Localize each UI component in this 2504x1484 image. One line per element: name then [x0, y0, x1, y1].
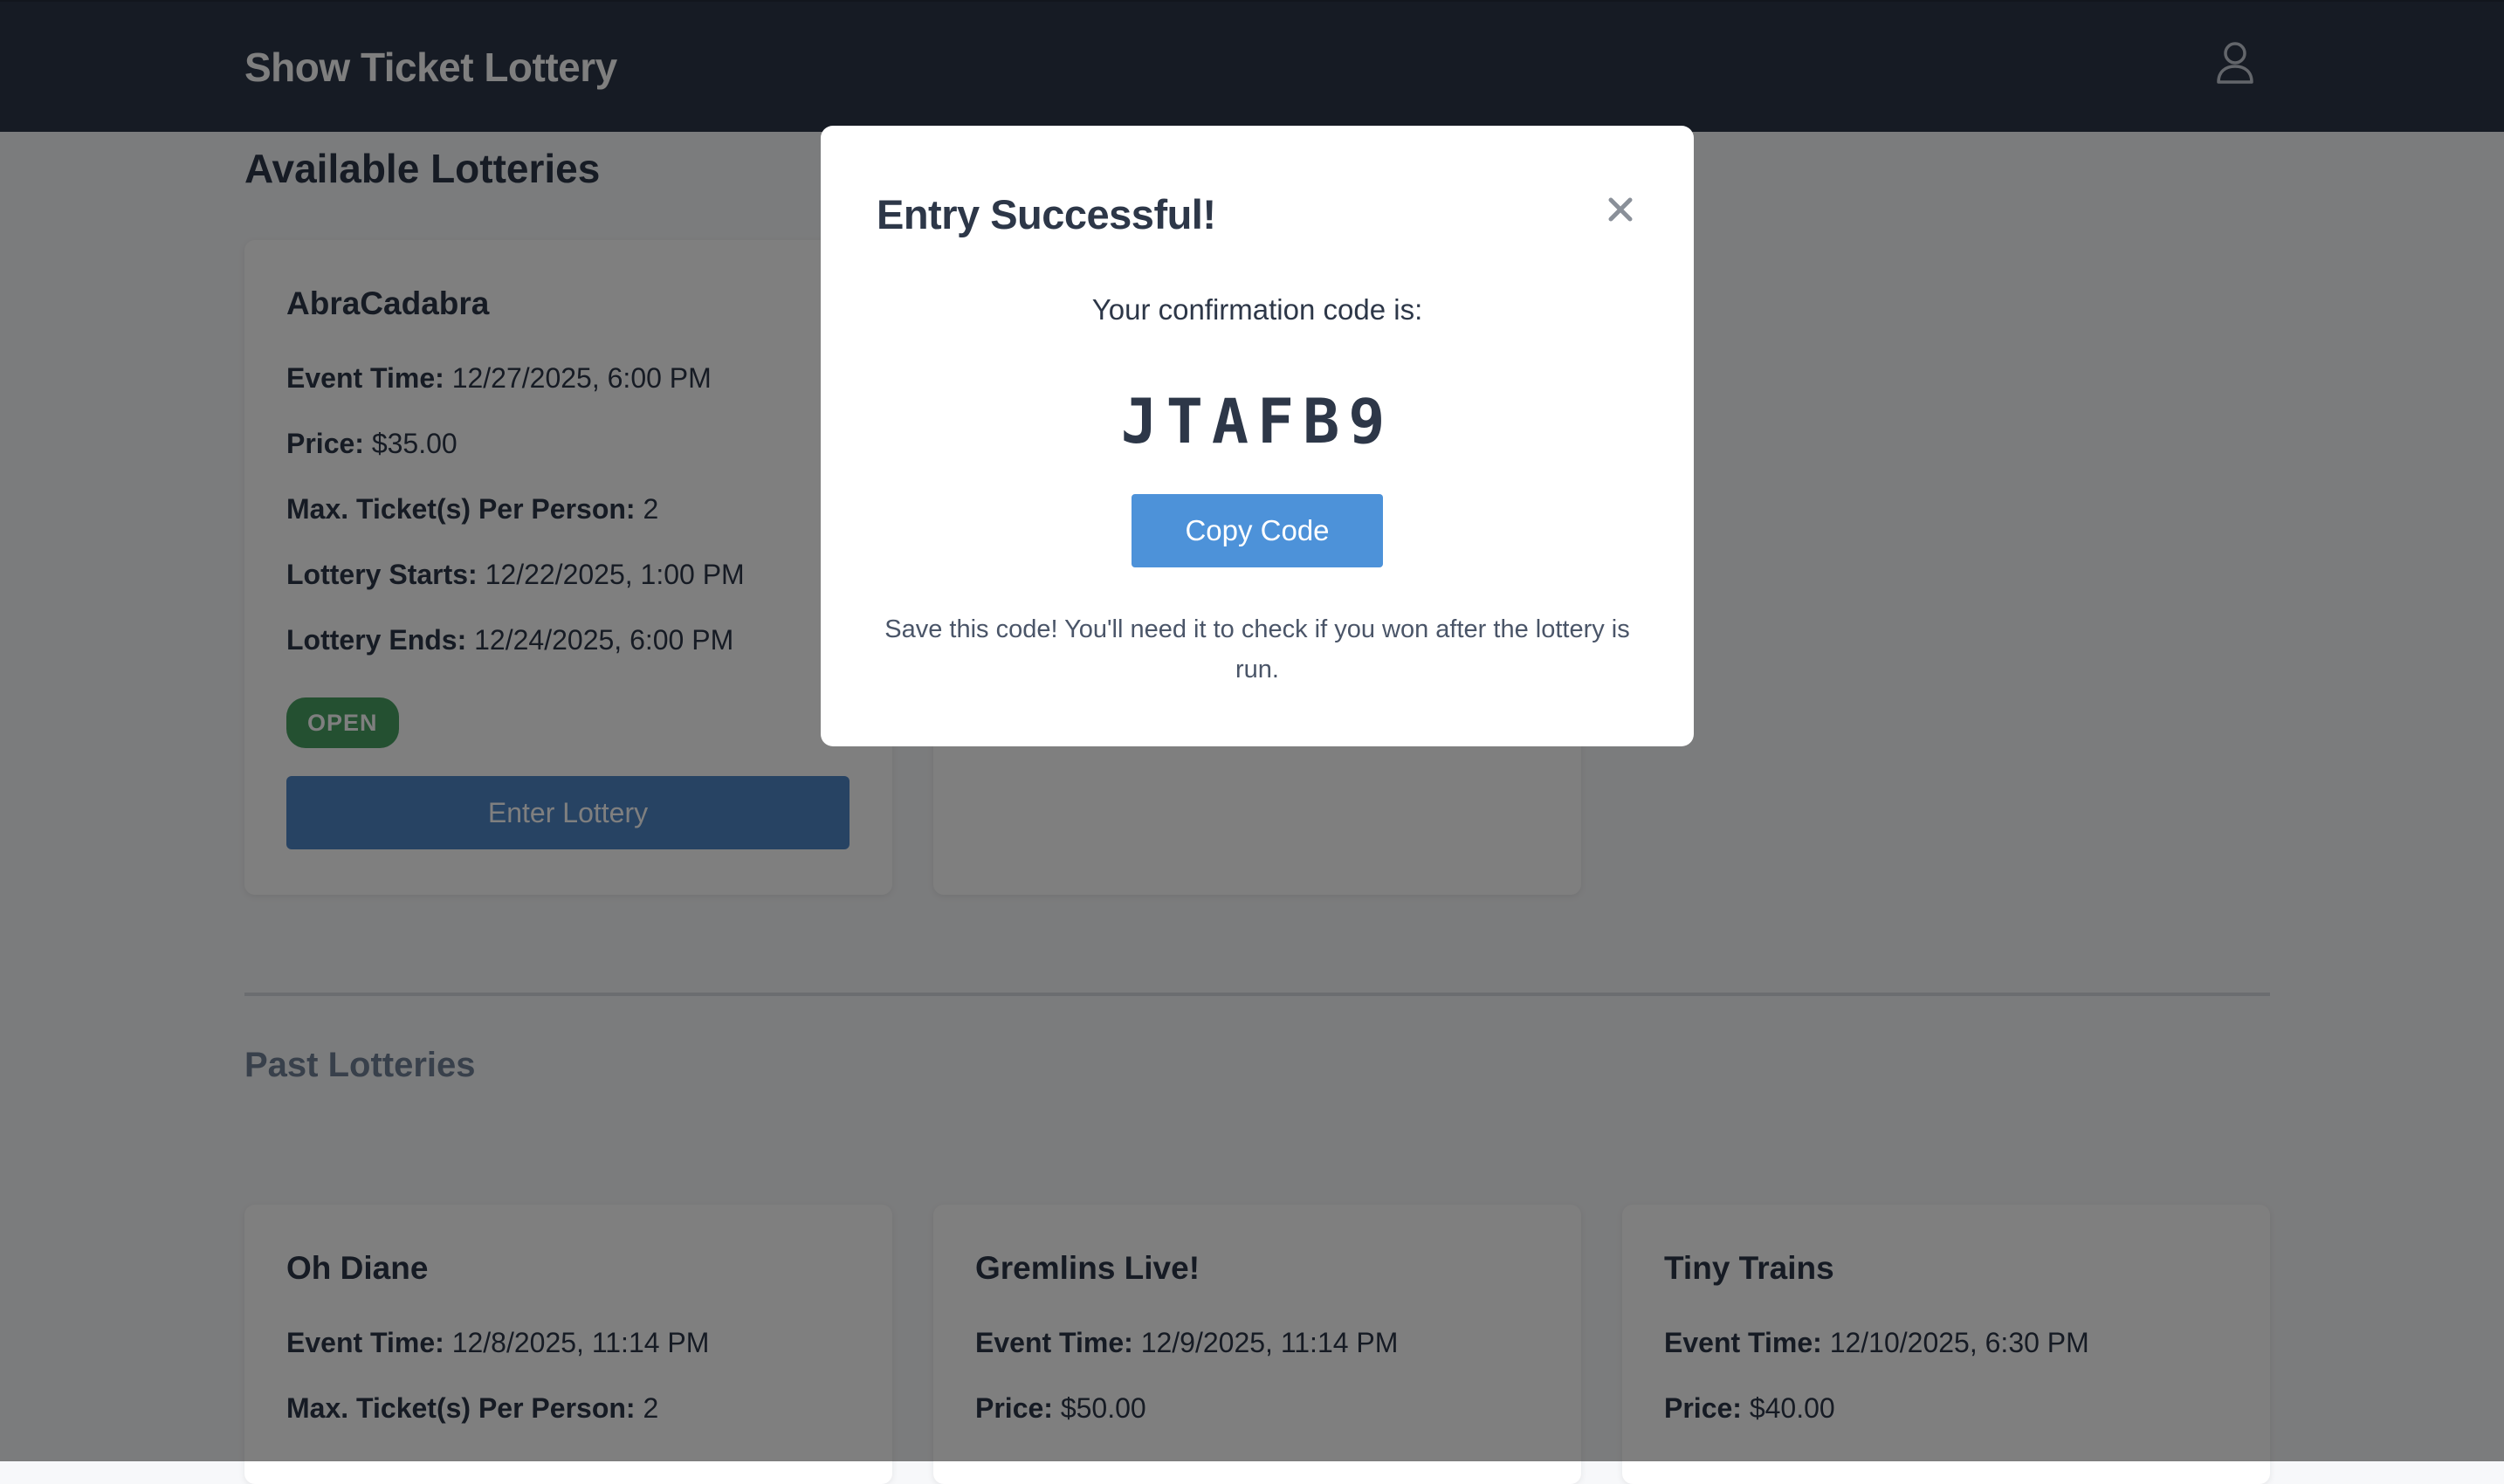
entry-success-modal: Entry Successful! Your confirmation code…	[821, 126, 1694, 746]
save-code-note: Save this code! You'll need it to check …	[884, 615, 1630, 684]
close-icon[interactable]	[1599, 189, 1641, 230]
modal-title: Entry Successful!	[877, 191, 1216, 237]
copy-code-button[interactable]: Copy Code	[1132, 494, 1383, 567]
confirmation-code: JTAFB9	[1120, 386, 1394, 457]
confirmation-code-label: Your confirmation code is:	[1091, 293, 1423, 326]
